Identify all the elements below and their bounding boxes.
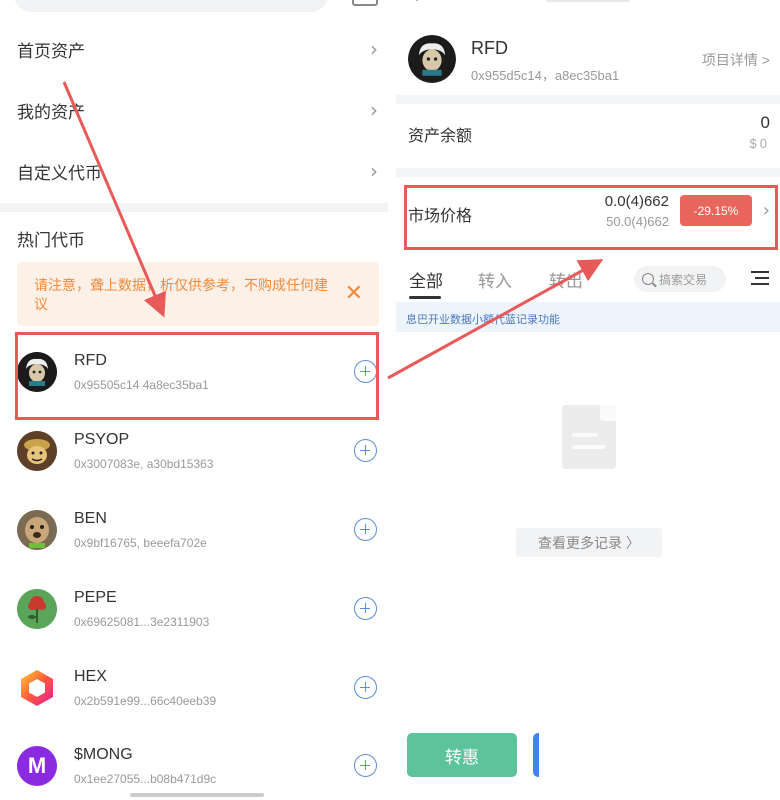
info-banner: 息巴开业数据小额代蓝记录功能: [396, 302, 780, 332]
search-bar[interactable]: [14, 0, 328, 12]
tab-incoming[interactable]: 转入: [478, 267, 512, 292]
add-token-button[interactable]: [354, 597, 377, 620]
section-divider: [396, 168, 780, 177]
mong-glyph: M: [27, 753, 47, 778]
home-indicator: [130, 793, 264, 797]
rfd-avatar-icon: [408, 35, 456, 83]
token-name: PEPE: [74, 589, 117, 606]
project-detail-link[interactable]: 项目详情 >: [702, 50, 770, 70]
view-more-records-button[interactable]: 查看更多记录 〉: [516, 528, 662, 557]
section-title: 热门代币: [17, 231, 85, 250]
section-divider: [396, 95, 780, 104]
token-detail-panel: RFD 0x955d5c14，a8ec35ba1 项目详情 > 资产余额 0 $…: [396, 0, 780, 800]
token-row-ben[interactable]: BEN 0x9bf16765, beeefa702e: [0, 491, 388, 569]
menu-item-label: 首页资产: [17, 41, 85, 61]
token-row-hex[interactable]: HEX 0x2b591e99...66c40eeb39: [0, 649, 388, 727]
risk-notice: 请注意，聋上数据，析仅供参考，不购成任何建议 ✕: [17, 262, 379, 326]
mong-avatar-icon: M: [17, 746, 57, 786]
ben-avatar-icon: [17, 510, 57, 550]
close-icon[interactable]: ✕: [345, 282, 363, 304]
token-row-mong[interactable]: M $MONG 0x1ee27055...b08b471d9c: [0, 727, 388, 800]
menu-item-label: 我的资产: [17, 102, 85, 122]
highlight-box-market-price: [404, 185, 778, 250]
token-address: 0x1ee27055...b08b471d9c: [74, 772, 217, 786]
token-name: $MONG: [74, 746, 133, 763]
token-address: 0x2b591e99...66c40eeb39: [74, 694, 217, 708]
tab-all[interactable]: 全部: [409, 267, 443, 292]
token-row-pepe[interactable]: PEPE 0x69625081...3e2311903: [0, 570, 388, 648]
token-name: RFD: [471, 38, 508, 58]
psyop-avatar-icon: [17, 431, 57, 471]
search-placeholder: 搞索交易: [659, 272, 708, 287]
transfer-button[interactable]: 转惠: [407, 733, 517, 777]
notice-text: 请注意，聋上数据，析仅供参考，不购成任何建议: [34, 277, 328, 312]
panel-divider: [388, 0, 396, 800]
section-divider: [0, 203, 388, 212]
menu-item-label: 自定义代币: [17, 163, 102, 183]
menu-item-my-assets[interactable]: 我的资产 ›: [0, 80, 388, 140]
active-tab-indicator: [409, 296, 441, 299]
chevron-right-icon: ›: [370, 159, 378, 183]
menu-item-custom-token[interactable]: 自定义代币 ›: [0, 141, 388, 201]
search-icon: [642, 273, 654, 285]
transaction-search-input[interactable]: 搞索交易: [634, 266, 726, 292]
token-address: 0x955d5c14，a8ec35ba1: [471, 68, 620, 83]
receive-button[interactable]: [533, 733, 539, 777]
token-address: 0x3007083e, a30bd15363: [74, 457, 214, 471]
add-token-button[interactable]: [354, 518, 377, 541]
add-token-button[interactable]: [354, 439, 377, 462]
back-arrow-icon[interactable]: [407, 0, 427, 1]
add-token-button[interactable]: [354, 676, 377, 699]
token-name: PSYOP: [74, 431, 130, 448]
tab-outgoing[interactable]: 转出: [549, 267, 583, 292]
chevron-right-icon: ›: [370, 98, 378, 122]
filter-icon[interactable]: [751, 270, 769, 286]
token-address: 0x69625081...3e2311903: [74, 615, 210, 629]
menu-item-home-assets[interactable]: 首页资产 ›: [0, 19, 388, 79]
token-name: BEN: [74, 510, 107, 527]
balance-value: 0: [760, 113, 770, 132]
token-row-psyop[interactable]: PSYOP 0x3007083e, a30bd15363: [0, 412, 388, 490]
scan-icon[interactable]: [352, 0, 378, 6]
balance-label: 资产余额: [408, 128, 473, 145]
hex-avatar-icon: [17, 668, 57, 708]
chevron-right-icon: ›: [370, 37, 378, 61]
page-title: [546, 0, 630, 2]
add-token-button[interactable]: [354, 754, 377, 777]
pepe-avatar-icon: [17, 589, 57, 629]
token-name: HEX: [74, 668, 107, 685]
token-address: 0x9bf16765, beeefa702e: [74, 536, 207, 550]
balance-fiat-value: $0: [749, 136, 770, 151]
highlight-box-token: [15, 332, 379, 420]
empty-records-icon: [562, 405, 616, 469]
